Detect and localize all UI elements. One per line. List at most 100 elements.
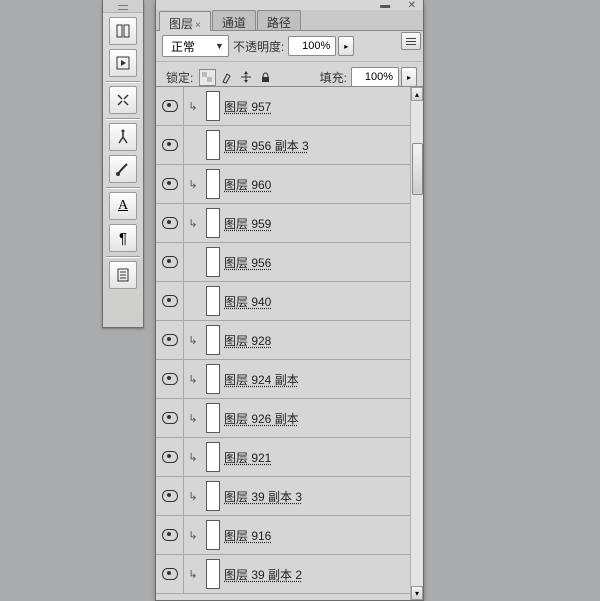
layer-row[interactable]: ↳图层 39 副本 2: [156, 555, 411, 594]
clip-indicator: ↳: [184, 399, 202, 437]
eye-icon: [162, 217, 178, 229]
layer-name[interactable]: 图层 960: [224, 176, 271, 193]
visibility-toggle[interactable]: [156, 87, 184, 125]
layer-name[interactable]: 图层 959: [224, 215, 271, 232]
layer-row[interactable]: ↳ 图层 926 副本: [156, 399, 411, 438]
visibility-toggle[interactable]: [156, 477, 184, 515]
layer-name[interactable]: 图层 39 副本 2: [224, 566, 302, 583]
clip-indicator: ↳: [184, 516, 202, 554]
tool-button-arrange[interactable]: [109, 17, 137, 45]
fill-field[interactable]: [351, 67, 399, 87]
layer-row[interactable]: ↳图层 924 副本: [156, 360, 411, 399]
visibility-toggle[interactable]: [156, 165, 184, 203]
strip-grip[interactable]: [103, 0, 143, 13]
visibility-toggle[interactable]: [156, 126, 184, 164]
tool-button-brush[interactable]: [109, 155, 137, 183]
lock-position-icon[interactable]: [239, 70, 254, 85]
tool-options-strip: A ¶: [102, 0, 144, 328]
visibility-toggle[interactable]: [156, 555, 184, 593]
tool-button-play[interactable]: [109, 49, 137, 77]
visibility-toggle[interactable]: [156, 516, 184, 554]
eye-icon: [162, 256, 178, 268]
opacity-flyout[interactable]: ▸: [338, 36, 354, 56]
layer-name[interactable]: 图层 39 副本 3: [224, 488, 302, 505]
tab-paths[interactable]: 路径: [257, 10, 301, 30]
tool-button-tools[interactable]: [109, 86, 137, 114]
tool-button-character[interactable]: A: [109, 192, 137, 220]
layer-thumbnail[interactable]: [206, 364, 220, 394]
lock-paint-icon[interactable]: [220, 70, 235, 85]
layer-thumbnail[interactable]: [206, 91, 220, 121]
lock-transparency-icon[interactable]: [199, 69, 216, 86]
layer-name[interactable]: 图层 924 副本: [224, 371, 299, 388]
layer-row[interactable]: ↳ 图层 959: [156, 204, 411, 243]
layer-name[interactable]: 图层 921: [224, 449, 271, 466]
opacity-label: 不透明度:: [233, 38, 284, 55]
scroll-down[interactable]: ▾: [411, 586, 423, 600]
layer-name[interactable]: 图层 926 副本: [224, 410, 299, 427]
scroll-up[interactable]: ▴: [411, 87, 423, 101]
visibility-toggle[interactable]: [156, 438, 184, 476]
tool-button-fork[interactable]: [109, 123, 137, 151]
fill-flyout[interactable]: ▸: [401, 67, 417, 87]
blend-opacity-row: 正常▼ 不透明度: ▸: [156, 31, 423, 62]
window-controls[interactable]: ▬ ✕: [380, 0, 420, 11]
layer-row[interactable]: ↳ 图层 928: [156, 321, 411, 360]
layer-thumbnail[interactable]: [206, 403, 220, 433]
layer-thumbnail[interactable]: [206, 130, 220, 160]
visibility-toggle[interactable]: [156, 399, 184, 437]
layer-row[interactable]: ↳ 图层 960: [156, 165, 411, 204]
close-icon[interactable]: ×: [195, 20, 201, 31]
layer-thumbnail[interactable]: [206, 481, 220, 511]
tab-channels[interactable]: 通道: [212, 10, 256, 30]
panel-menu-button[interactable]: [401, 32, 421, 50]
tool-button-document[interactable]: [109, 261, 137, 289]
eye-icon: [162, 373, 178, 385]
visibility-toggle[interactable]: [156, 321, 184, 359]
layer-row[interactable]: 图层 956 副本 3: [156, 126, 411, 165]
layer-row[interactable]: ↳图层 921: [156, 438, 411, 477]
lock-all-icon[interactable]: [258, 70, 273, 85]
visibility-toggle[interactable]: [156, 360, 184, 398]
layer-row[interactable]: ↳ 图层 916: [156, 516, 411, 555]
layer-thumbnail[interactable]: [206, 520, 220, 550]
layer-list: ↳ 图层 957 图层 956 副本 3 ↳ 图层 960 ↳ 图层 959 图层 956 图层…: [156, 86, 423, 600]
clip-indicator: ↳: [184, 87, 202, 125]
scroll-thumb[interactable]: [412, 143, 423, 195]
layer-thumbnail[interactable]: [206, 442, 220, 472]
layer-row[interactable]: 图层 956: [156, 243, 411, 282]
clip-indicator: ↳: [184, 165, 202, 203]
scrollbar[interactable]: ▴ ▾: [410, 87, 423, 600]
layer-row[interactable]: ↳ 图层 957: [156, 87, 411, 126]
eye-icon: [162, 334, 178, 346]
layer-thumbnail[interactable]: [206, 559, 220, 589]
tab-layers[interactable]: 图层×: [159, 11, 211, 31]
eye-icon: [162, 100, 178, 112]
layer-name[interactable]: 图层 928: [224, 332, 271, 349]
visibility-toggle[interactable]: [156, 282, 184, 320]
layer-row[interactable]: ↳图层 39 副本 3: [156, 477, 411, 516]
blend-mode-dropdown[interactable]: 正常▼: [162, 35, 229, 57]
layer-name[interactable]: 图层 956 副本 3: [224, 137, 309, 154]
eye-icon: [162, 178, 178, 190]
layer-name[interactable]: 图层 957: [224, 98, 271, 115]
clip-indicator: ↳: [184, 204, 202, 242]
layer-thumbnail[interactable]: [206, 169, 220, 199]
eye-icon: [162, 529, 178, 541]
layer-thumbnail[interactable]: [206, 325, 220, 355]
eye-icon: [162, 412, 178, 424]
visibility-toggle[interactable]: [156, 243, 184, 281]
layer-thumbnail[interactable]: [206, 247, 220, 277]
clip-indicator: ↳: [184, 321, 202, 359]
layer-name[interactable]: 图层 956: [224, 254, 271, 271]
visibility-toggle[interactable]: [156, 204, 184, 242]
tool-button-paragraph[interactable]: ¶: [109, 224, 137, 252]
layer-row[interactable]: 图层 940: [156, 282, 411, 321]
layer-thumbnail[interactable]: [206, 208, 220, 238]
layer-name[interactable]: 图层 916: [224, 527, 271, 544]
eye-icon: [162, 295, 178, 307]
opacity-field[interactable]: [288, 36, 336, 56]
layer-thumbnail[interactable]: [206, 286, 220, 316]
layer-name[interactable]: 图层 940: [224, 293, 271, 310]
panel-tabs: 图层× 通道 路径: [156, 10, 423, 31]
